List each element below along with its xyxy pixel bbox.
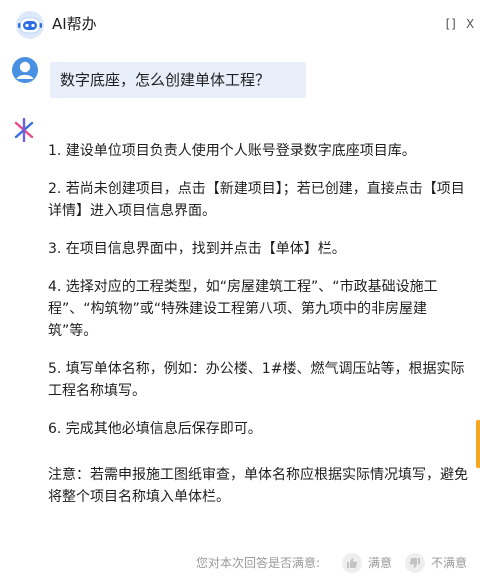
- feedback-question: 您对本次回答是否满意:: [196, 556, 321, 570]
- answer-step-5: 5. 填写单体名称，例如：办公楼、1#楼、燃气调压站等，根据实际工程名称填写。: [48, 361, 465, 399]
- answer-step-3: 3. 在项目信息界面中，找到并点击【单体】栏。: [48, 241, 346, 257]
- answer-step-1: 1. 建设单位项目负责人使用个人账号登录数字底座项目库。: [48, 143, 416, 159]
- answer-note: 注意：若需申报施工图纸审查，单体名称应根据实际情况填写，避免将整个项目名称填入单…: [48, 467, 468, 505]
- ai-sparkle-icon: [14, 118, 34, 142]
- satisfied-button[interactable]: 满意: [342, 553, 392, 573]
- answer-step-4: 4. 选择对应的工程类型，如“房屋建筑工程”、“市政基础设施工程”、“构筑物”或…: [48, 279, 438, 339]
- thumbs-up-icon: [342, 553, 362, 573]
- ai-answer: 1. 建设单位项目负责人使用个人账号登录数字底座项目库。 2. 若尚未创建项目，…: [48, 140, 472, 508]
- app-title: AI帮办: [52, 15, 97, 33]
- robot-logo-icon: [16, 11, 44, 39]
- answer-step-2: 2. 若尚未创建项目，点击【新建项目】；若已创建，直接点击【项目详情】进入项目信…: [48, 181, 465, 219]
- thumbs-down-icon: [405, 553, 425, 573]
- header-bar: AI帮办 [] X: [0, 0, 480, 50]
- close-button[interactable]: X: [466, 16, 474, 32]
- edge-float-handle[interactable]: [476, 420, 480, 468]
- answer-step-6: 6. 完成其他必填信息后保存即可。: [48, 421, 262, 437]
- satisfied-label: 满意: [368, 556, 393, 570]
- user-question-bubble: 数字底座，怎么创建单体工程？: [50, 62, 306, 98]
- user-avatar-icon: [12, 57, 38, 83]
- unsatisfied-label: 不满意: [431, 556, 468, 570]
- unsatisfied-button[interactable]: 不满意: [405, 553, 467, 573]
- maximize-button[interactable]: []: [444, 16, 457, 32]
